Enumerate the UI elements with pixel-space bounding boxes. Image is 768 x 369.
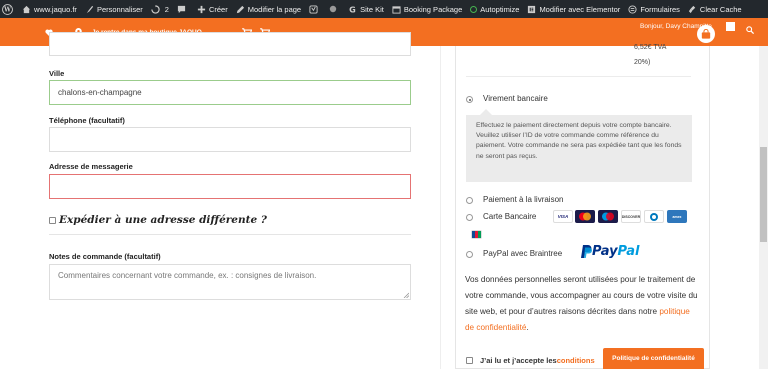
- admin-bar-status[interactable]: [325, 0, 344, 18]
- yoast-icon: [309, 4, 318, 14]
- admin-bar-elementor[interactable]: Modifier avec Elementor: [523, 0, 624, 18]
- card-radio[interactable]: [466, 214, 473, 221]
- admin-bar-new[interactable]: Créer: [193, 0, 232, 18]
- svg-text:W: W: [3, 6, 11, 13]
- home-icon: [22, 5, 31, 13]
- updates-count: 2: [164, 4, 169, 14]
- phone-field[interactable]: [49, 127, 411, 152]
- city-field[interactable]: chalons-en-champagne: [49, 80, 411, 105]
- google-g-icon: G: [349, 5, 356, 14]
- visa-text: VISA: [557, 214, 569, 219]
- admin-bar-site-kit[interactable]: G Site Kit: [344, 0, 388, 18]
- admin-bar-booking-label: Booking Package: [403, 4, 463, 14]
- svg-text:G: G: [349, 5, 356, 14]
- paypal-radio[interactable]: [466, 251, 473, 258]
- paypal-p-icon: [581, 245, 592, 258]
- admin-bar-clear-cache[interactable]: Clear Cache: [684, 0, 746, 18]
- pencil-icon: [236, 5, 244, 13]
- plus-icon: [197, 5, 206, 13]
- forms-icon: [628, 4, 637, 14]
- order-notes-label: Notes de commande (facultatif): [49, 252, 161, 261]
- terms-link[interactable]: conditions: [557, 356, 595, 365]
- discover-text: DISCOVER: [621, 214, 641, 219]
- shopping-bag-icon: [701, 29, 711, 39]
- admin-bar-forms-label: Formulaires: [640, 4, 680, 14]
- admin-bar-clear-cache-label: Clear Cache: [699, 4, 742, 14]
- calendar-icon: [392, 5, 401, 14]
- cod-radio[interactable]: [466, 197, 473, 204]
- amex-icon: amex: [667, 210, 687, 223]
- city-label: Ville: [49, 69, 65, 78]
- privacy-policy-button[interactable]: Politique de confidentialité: [603, 348, 704, 369]
- email-field[interactable]: [49, 174, 411, 199]
- admin-bar-new-label: Créer: [208, 4, 228, 14]
- terms-text: J’ai lu et j’accepte les: [480, 356, 557, 365]
- brush-icon: [86, 5, 94, 13]
- bank-transfer-label[interactable]: Virement bancaire: [483, 94, 548, 103]
- status-dot-icon: [329, 5, 337, 13]
- billing-form: Ville chalons-en-champagne Téléphone (fa…: [0, 32, 440, 369]
- order-notes-textarea[interactable]: Commentaires concernant votre commande, …: [49, 264, 411, 300]
- tva-amount: 6,52€ TVA: [634, 44, 667, 51]
- paypal-logo: PayPal: [581, 244, 639, 259]
- email-label: Adresse de messagerie: [49, 162, 133, 171]
- order-notes-placeholder: Commentaires concernant votre commande, …: [58, 271, 317, 280]
- search-icon[interactable]: [746, 16, 754, 44]
- broom-icon: [688, 5, 696, 13]
- admin-bar-customize[interactable]: Personnaliser: [81, 0, 147, 18]
- privacy-end: .: [526, 323, 529, 332]
- phone-label: Téléphone (facultatif): [49, 116, 125, 125]
- order-review-divider: [466, 76, 691, 77]
- refresh-icon: [151, 4, 160, 14]
- comment-icon: [177, 5, 186, 13]
- bank-transfer-radio[interactable]: [466, 96, 473, 103]
- paypal-label[interactable]: PayPal avec Braintree: [483, 249, 562, 258]
- diners-icon: [644, 210, 664, 223]
- admin-bar-forms[interactable]: Formulaires: [624, 0, 684, 18]
- resize-grip-icon[interactable]: [403, 292, 409, 298]
- admin-bar-site-label: www.jaquo.fr: [34, 4, 77, 14]
- admin-bar-autoptimize[interactable]: Autoptimize: [466, 0, 523, 18]
- discover-icon: DISCOVER: [621, 210, 641, 223]
- visa-icon: VISA: [553, 210, 573, 223]
- ship-to-different-address[interactable]: Expédier à une adresse différente ?: [49, 214, 267, 226]
- admin-bar-updates[interactable]: 2: [147, 0, 173, 18]
- autoptimize-status-icon: [470, 5, 478, 13]
- postcode-field[interactable]: [49, 32, 411, 56]
- mastercard-icon: [575, 210, 595, 223]
- admin-bar-edit-page[interactable]: Modifier la page: [232, 0, 305, 18]
- admin-bar-site-kit-label: Site Kit: [360, 4, 384, 14]
- floating-cart-button[interactable]: [697, 25, 715, 43]
- maestro-icon: [598, 210, 618, 223]
- ship-different-label: Expédier à une adresse différente ?: [59, 214, 267, 226]
- admin-bar-elementor-label: Modifier avec Elementor: [539, 4, 621, 14]
- admin-bar-autoptimize-label: Autoptimize: [480, 4, 520, 14]
- terms-checkbox[interactable]: [466, 357, 473, 364]
- card-label[interactable]: Carte Bancaire: [483, 212, 536, 221]
- page-scrollbar[interactable]: [759, 46, 768, 369]
- payment-panel: 6,52€ TVA 20%) Virement bancaire Effectu…: [455, 44, 710, 369]
- scrollbar-thumb[interactable]: [760, 147, 767, 242]
- avatar[interactable]: [726, 22, 735, 31]
- section-divider: [49, 234, 411, 235]
- admin-bar-edit-page-label: Modifier la page: [247, 4, 302, 14]
- wp-admin-bar: W www.jaquo.fr Personnaliser 2 Créer Mod…: [0, 0, 768, 18]
- tva-rate: 20%): [634, 59, 651, 66]
- admin-bar-booking[interactable]: Booking Package: [388, 0, 466, 18]
- admin-bar-comments[interactable]: [173, 0, 193, 18]
- admin-bar-site[interactable]: www.jaquo.fr: [18, 0, 81, 18]
- ship-different-checkbox[interactable]: [49, 216, 56, 224]
- admin-bar-customize-label: Personnaliser: [96, 4, 143, 14]
- privacy-notice: Vos données personnelles seront utilisée…: [465, 272, 700, 336]
- amex-text: amex: [672, 214, 682, 219]
- cod-label[interactable]: Paiement à la livraison: [483, 195, 563, 204]
- bank-transfer-description: Effectuez le paiement directement depuis…: [466, 109, 692, 182]
- paypal-logo-text: PayPal: [592, 244, 640, 259]
- column-divider: [440, 46, 441, 369]
- elementor-icon: [528, 5, 536, 13]
- jcb-icon: [471, 230, 482, 239]
- terms-acceptance[interactable]: J’ai lu et j’accepte les conditions: [466, 356, 595, 365]
- admin-bar-yoast[interactable]: [305, 0, 325, 18]
- wordpress-logo-icon[interactable]: W: [0, 0, 18, 18]
